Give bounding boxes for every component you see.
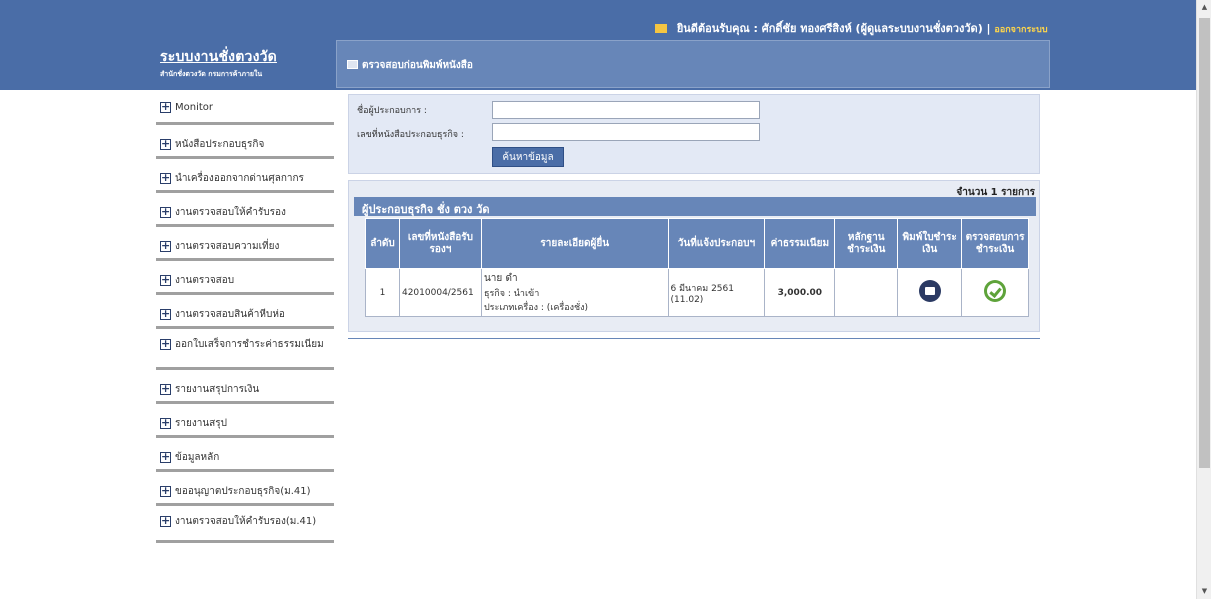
top-header: ยินดีต้อนรับคุณ : ศักดิ์ชัย ทองศรีสิงห์ … (0, 0, 1196, 90)
mail-icon[interactable] (655, 24, 667, 33)
sidebar-item-master-data[interactable]: + ข้อมูลหลัก (156, 438, 334, 472)
row-fee: 3,000.00 (764, 268, 836, 317)
row-print-cell (897, 268, 963, 317)
user-greeting: ยินดีต้อนรับคุณ : ศักดิ์ชัย ทองศรีสิงห์ … (655, 19, 1048, 37)
col-detail: รายละเอียดผู้ยื่น (480, 218, 669, 269)
scroll-up-icon[interactable]: ▲ (1200, 3, 1209, 12)
sidebar-item-label: รายงานสรุป (175, 418, 228, 429)
scroll-down-icon[interactable]: ▼ (1200, 587, 1209, 596)
sidebar-item-receipt[interactable]: + ออกใบเสร็จการชำระค่าธรรมเนียม (156, 329, 334, 370)
col-date: วันที่แจ้งประกอบฯ (667, 218, 766, 269)
page-scrollbar[interactable]: ▲ ▼ (1196, 0, 1211, 599)
plus-box-icon[interactable]: + (160, 451, 171, 463)
plus-box-icon[interactable]: + (160, 338, 171, 350)
col-evidence: หลักฐานชำระเงิน (834, 218, 899, 269)
welcome-text: ยินดีต้อนรับคุณ : ศักดิ์ชัย ทองศรีสิงห์ … (676, 22, 991, 35)
sidebar-item-certification-m41[interactable]: + งานตรวจสอบให้คำรับรอง(ม.41) (156, 506, 334, 543)
brand-title: ระบบงานชั่งตวงวัด (160, 49, 277, 65)
plus-box-icon[interactable]: + (160, 308, 171, 320)
sidebar-item-label: ข้อมูลหลัก (175, 452, 220, 463)
sidebar-item-permit-m41[interactable]: + ขออนุญาตประกอบธุรกิจ(ม.41) (156, 472, 334, 506)
sidebar-item-label: ออกใบเสร็จการชำระค่าธรรมเนียม (175, 339, 324, 350)
result-divider (348, 338, 1040, 339)
sidebar-item-finance-report[interactable]: + รายงานสรุปการเงิน (156, 370, 334, 404)
sidebar-item-summary-report[interactable]: + รายงานสรุป (156, 404, 334, 438)
sidebar-item-monitor[interactable]: + Monitor (156, 96, 334, 125)
plus-box-icon[interactable]: + (160, 515, 171, 527)
sidebar-item-certification[interactable]: + งานตรวจสอบให้คำรับรอง (156, 193, 334, 227)
sidebar-item-label: งานตรวจสอบความเที่ยง (175, 241, 280, 252)
plus-box-icon[interactable]: + (160, 101, 171, 113)
sidebar-item-label: งานตรวจสอบ (175, 275, 235, 286)
plus-box-icon[interactable]: + (160, 417, 171, 429)
sidebar-item-label: รายงานสรุปการเงิน (175, 384, 260, 395)
search-button[interactable]: ค้นหาข้อมูล (492, 147, 564, 167)
logout-link[interactable]: ออกจากระบบ (994, 25, 1047, 35)
plus-box-icon[interactable]: + (160, 240, 171, 252)
sidebar-item-label: งานตรวจสอบให้คำรับรอง (175, 207, 286, 218)
sidebar-item-label: นำเครื่องออกจากด่านศุลกากร (175, 173, 304, 184)
row-time-text: (11.02) (670, 294, 704, 305)
sidebar-item-inspection[interactable]: + งานตรวจสอบ (156, 261, 334, 295)
operator-input[interactable] (492, 101, 760, 119)
col-print: พิมพ์ใบชำระเงิน (897, 218, 963, 269)
brand-logo[interactable]: ระบบงานชั่งตวงวัด สำนักชั่งตวงวัด กรมการ… (160, 46, 277, 80)
col-verify: ตรวจสอบการชำระเงิน (961, 218, 1029, 269)
operator-label: ชื่อผู้ประกอบการ : (357, 106, 427, 116)
sidebar-item-label: ขออนุญาตประกอบธุรกิจ(ม.41) (175, 486, 311, 497)
row-no: 1 (365, 268, 400, 317)
printer-icon (347, 60, 358, 69)
row-date: 6 มีนาคม 2561 (11.02) (667, 268, 766, 317)
plus-box-icon[interactable]: + (160, 138, 171, 150)
license-label: เลขที่หนังสือประกอบธุรกิจ : (357, 130, 464, 140)
page-title-text: ตรวจสอบก่อนพิมพ์หนังสือ (362, 60, 473, 71)
sidebar-item-label: งานตรวจสอบให้คำรับรอง(ม.41) (175, 516, 317, 527)
sidebar-item-label: หนังสือประกอบธุรกิจ (175, 139, 265, 150)
result-table: ลำดับ เลขที่หนังสือรับรองฯ รายละเอียดผู้… (365, 218, 1029, 317)
row-license-no: 42010004/2561 (398, 268, 482, 317)
plus-box-icon[interactable]: + (160, 274, 171, 286)
row-detail: นาย ดำ ธุรกิจ : นำเข้า ประเภทเครื่อง : (… (480, 268, 669, 317)
row-date-text: 6 มีนาคม 2561 (670, 283, 734, 294)
detail-type: ประเภทเครื่อง : (เครื่องชั่ง) (483, 303, 589, 313)
scrollbar-thumb[interactable] (1199, 18, 1210, 468)
row-evidence (834, 268, 899, 317)
col-license: เลขที่หนังสือรับรองฯ (398, 218, 482, 269)
printer-icon[interactable] (918, 280, 941, 302)
sidebar-item-business-license[interactable]: + หนังสือประกอบธุรกิจ (156, 125, 334, 159)
page-title-bar: ตรวจสอบก่อนพิมพ์หนังสือ (336, 40, 1050, 88)
result-panel: จำนวน 1 รายการ ผู้ประกอบธุรกิจ ชั่ง ตวง … (348, 180, 1040, 332)
row-verify-cell (961, 268, 1029, 317)
table-row: 1 42010004/2561 นาย ดำ ธุรกิจ : นำเข้า ป… (365, 268, 1029, 317)
result-section-title: ผู้ประกอบธุรกิจ ชั่ง ตวง วัด (354, 197, 1036, 216)
sidebar-item-package-inspection[interactable]: + งานตรวจสอบสินค้าหีบห่อ (156, 295, 334, 329)
search-panel: ชื่อผู้ประกอบการ : เลขที่หนังสือประกอบธุ… (348, 94, 1040, 174)
brand-subtitle: สำนักชั่งตวงวัด กรมการค้าภายใน (160, 70, 263, 78)
col-fee: ค่าธรรมเนียม (764, 218, 836, 269)
license-input[interactable] (492, 123, 760, 141)
plus-box-icon[interactable]: + (160, 206, 171, 218)
detail-name: นาย ดำ (483, 273, 518, 284)
sidebar-item-label: งานตรวจสอบสินค้าหีบห่อ (175, 309, 285, 320)
page-title: ตรวจสอบก่อนพิมพ์หนังสือ (347, 58, 473, 73)
detail-business: ธุรกิจ : นำเข้า (483, 289, 540, 299)
plus-box-icon[interactable]: + (160, 172, 171, 184)
sidebar-item-customs[interactable]: + นำเครื่องออกจากด่านศุลกากร (156, 159, 334, 193)
sidebar-menu: + Monitor + หนังสือประกอบธุรกิจ + นำเครื่อง… (156, 96, 334, 543)
plus-box-icon[interactable]: + (160, 485, 171, 497)
sidebar-item-label: Monitor (175, 102, 214, 113)
plus-box-icon[interactable]: + (160, 383, 171, 395)
check-circle-icon[interactable] (984, 280, 1007, 302)
col-no: ลำดับ (365, 218, 400, 269)
sidebar-item-accuracy[interactable]: + งานตรวจสอบความเที่ยง (156, 227, 334, 261)
